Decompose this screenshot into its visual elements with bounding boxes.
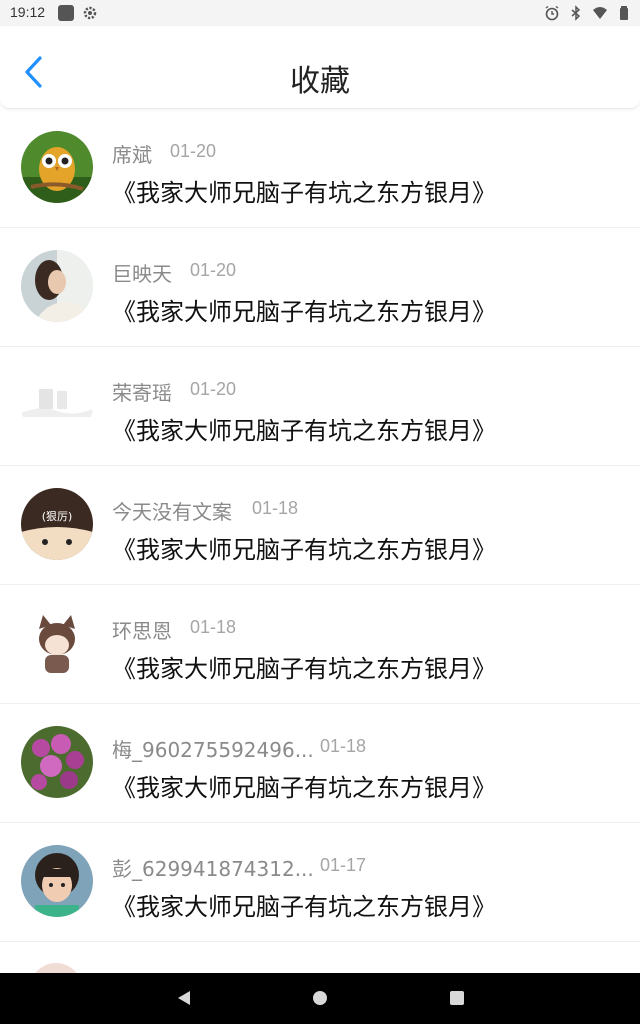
book-title-link[interactable]: 《我家大师兄脑子有坑之东方银月》 (112, 530, 496, 565)
book-title-link[interactable]: 《我家大师兄脑子有坑之东方银月》 (112, 768, 496, 803)
book-title-link[interactable]: 《我家大师兄脑子有坑之东方银月》 (112, 173, 496, 208)
list-item[interactable]: 彭_629941874312... 01-17 《我家大师兄脑子有坑之东方银月》 (0, 823, 640, 942)
list-item[interactable]: 环思恩 01-18 《我家大师兄脑子有坑之东方银月》 (0, 585, 640, 704)
list-item-partial[interactable] (0, 939, 640, 973)
battery-icon (620, 6, 628, 20)
book-title-link[interactable]: 《我家大师兄脑子有坑之东方银月》 (112, 649, 496, 684)
book-title-link[interactable]: 《我家大师兄脑子有坑之东方银月》 (112, 411, 496, 446)
favorite-date: 01-18 (190, 617, 237, 637)
list-item[interactable]: 梅_960275592496... 01-18 《我家大师兄脑子有坑之东方银月》 (0, 704, 640, 823)
status-bar: 19:12 (0, 0, 640, 26)
flowers-avatar-image (21, 726, 93, 798)
avatar[interactable]: (狠厉) (21, 488, 93, 560)
user-name: 梅_960275592496... (112, 738, 314, 762)
user-name: 席斌 (112, 143, 152, 167)
cat-ear-avatar-image (21, 607, 93, 679)
avatar[interactable] (21, 726, 93, 798)
system-nav-bar (0, 973, 640, 1024)
user-name: 荣寄瑶 (112, 381, 172, 405)
settings-gear-icon (83, 6, 97, 20)
favorites-list: 席斌 01-20 《我家大师兄脑子有坑之东方银月》 巨映天 01-20 《我家大… (0, 109, 640, 942)
wifi-icon (593, 7, 607, 19)
page-title: 收藏 (290, 64, 350, 99)
avatar[interactable] (30, 963, 82, 973)
favorite-date: 01-18 (320, 736, 367, 756)
avatar[interactable] (21, 845, 93, 917)
book-title-link[interactable]: 《我家大师兄脑子有坑之东方银月》 (112, 887, 496, 922)
list-item[interactable]: (狠厉) 今天没有文案 01-18 《我家大师兄脑子有坑之东方银月》 (0, 466, 640, 585)
user-name: 环思恩 (112, 619, 172, 643)
avatar[interactable] (21, 607, 93, 679)
favorite-date: 01-20 (170, 141, 217, 161)
book-title-link[interactable]: 《我家大师兄脑子有坑之东方银月》 (112, 292, 496, 327)
portrait-avatar-image (21, 250, 93, 322)
user-name: 今天没有文案 (112, 500, 232, 524)
app-header: 收藏 (0, 26, 640, 109)
notification-square-icon (58, 5, 74, 21)
cartoon-face-avatar-image: (狠厉) (21, 488, 93, 560)
favorite-date: 01-17 (320, 855, 367, 875)
child-avatar-image (21, 845, 93, 917)
avatar[interactable] (21, 131, 93, 203)
favorite-date: 01-20 (190, 379, 237, 399)
avatar-caption: (狠厉) (42, 510, 73, 523)
list-item[interactable]: 巨映天 01-20 《我家大师兄脑子有坑之东方银月》 (0, 228, 640, 347)
home-circle-icon[interactable] (312, 990, 328, 1006)
list-item[interactable]: 席斌 01-20 《我家大师兄脑子有坑之东方银月》 (0, 109, 640, 228)
user-name: 彭_629941874312... (112, 857, 314, 881)
favorite-date: 01-20 (190, 260, 237, 280)
favorite-date: 01-18 (252, 498, 299, 518)
alarm-icon (545, 5, 559, 21)
owl-avatar-image (21, 131, 93, 203)
recents-square-icon[interactable] (449, 990, 465, 1006)
back-triangle-icon[interactable] (176, 990, 192, 1006)
avatar[interactable] (21, 369, 93, 441)
user-name: 巨映天 (112, 262, 172, 286)
status-time: 19:12 (10, 4, 46, 20)
bluetooth-icon (571, 5, 581, 21)
landscape-avatar-image (21, 369, 93, 441)
avatar[interactable] (21, 250, 93, 322)
list-item[interactable]: 荣寄瑶 01-20 《我家大师兄脑子有坑之东方银月》 (0, 347, 640, 466)
